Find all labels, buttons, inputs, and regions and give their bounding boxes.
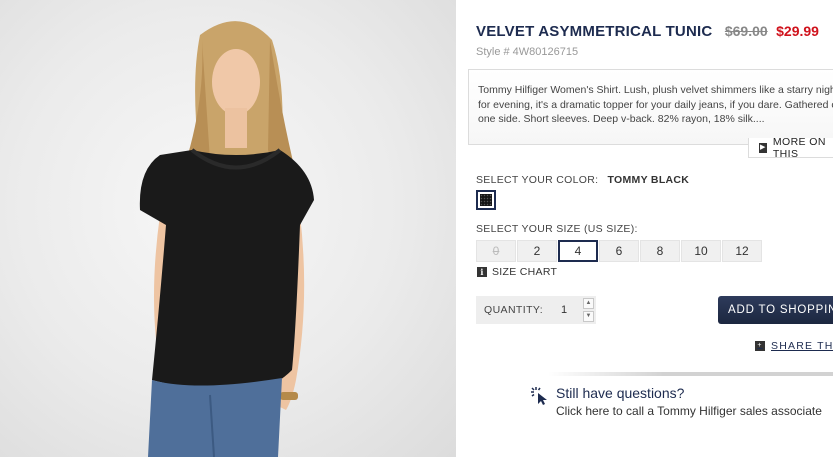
size-options: 0 2 4 6 8 10 12 xyxy=(476,240,762,262)
info-icon: i xyxy=(477,267,487,277)
title-row: VELVET ASYMMETRICAL TUNIC $69.00 $29.99 xyxy=(476,23,819,41)
size-option-10[interactable]: 10 xyxy=(681,240,721,262)
quantity-input[interactable]: 1 xyxy=(561,304,581,316)
style-number: Style # 4W80126715 xyxy=(476,46,579,58)
chevron-up-icon[interactable]: ▲ xyxy=(583,298,595,309)
sale-price: $29.99 xyxy=(776,23,819,39)
share-label: SHARE THIS xyxy=(771,340,833,352)
product-details: VELVET ASYMMETRICAL TUNIC $69.00 $29.99 … xyxy=(468,0,833,457)
color-label: SELECT YOUR COLOR: TOMMY BLACK xyxy=(476,174,689,186)
size-option-4[interactable]: 4 xyxy=(558,240,598,262)
divider xyxy=(548,372,833,376)
size-option-8[interactable]: 8 xyxy=(640,240,680,262)
size-label: SELECT YOUR SIZE (US SIZE): xyxy=(476,223,638,235)
arrow-right-icon: ▶ xyxy=(759,142,767,153)
size-option-12[interactable]: 12 xyxy=(722,240,762,262)
size-option-0[interactable]: 0 xyxy=(476,240,516,262)
product-title: VELVET ASYMMETRICAL TUNIC xyxy=(476,23,713,40)
original-price: $69.00 xyxy=(724,23,768,39)
questions-subtitle: Click here to call a Tommy Hilfiger sale… xyxy=(556,404,822,418)
product-image[interactable] xyxy=(0,0,456,457)
add-to-bag-button[interactable]: ADD TO SHOPPING BAG xyxy=(718,296,833,324)
color-swatch-tommy-black[interactable] xyxy=(476,190,496,210)
more-on-this-button[interactable]: ▶ MORE ON THIS xyxy=(748,135,833,160)
color-label-text: SELECT YOUR COLOR: xyxy=(476,174,599,186)
product-description: Tommy Hilfiger Women's Shirt. Lush, plus… xyxy=(478,84,833,125)
description-box: Tommy Hilfiger Women's Shirt. Lush, plus… xyxy=(468,69,833,145)
size-chart-label: SIZE CHART xyxy=(492,266,558,278)
plus-icon: + xyxy=(755,341,765,351)
size-option-2[interactable]: 2 xyxy=(517,240,557,262)
quantity-stepper: ▲ ▼ xyxy=(583,298,595,322)
quantity-label: QUANTITY: xyxy=(484,304,544,316)
chevron-down-icon[interactable]: ▼ xyxy=(583,311,595,322)
size-option-6[interactable]: 6 xyxy=(599,240,639,262)
quantity-box: QUANTITY: 1 ▲ ▼ xyxy=(476,296,596,324)
cursor-click-icon xyxy=(531,387,547,405)
share-this-link[interactable]: + SHARE THIS xyxy=(755,340,833,352)
more-label: MORE ON THIS xyxy=(772,135,826,160)
model-photo xyxy=(139,21,314,457)
size-chart-link[interactable]: i SIZE CHART xyxy=(477,266,557,278)
selected-color: TOMMY BLACK xyxy=(607,174,690,186)
velvet-swatch xyxy=(480,194,492,206)
questions-title: Still have questions? xyxy=(556,385,685,401)
